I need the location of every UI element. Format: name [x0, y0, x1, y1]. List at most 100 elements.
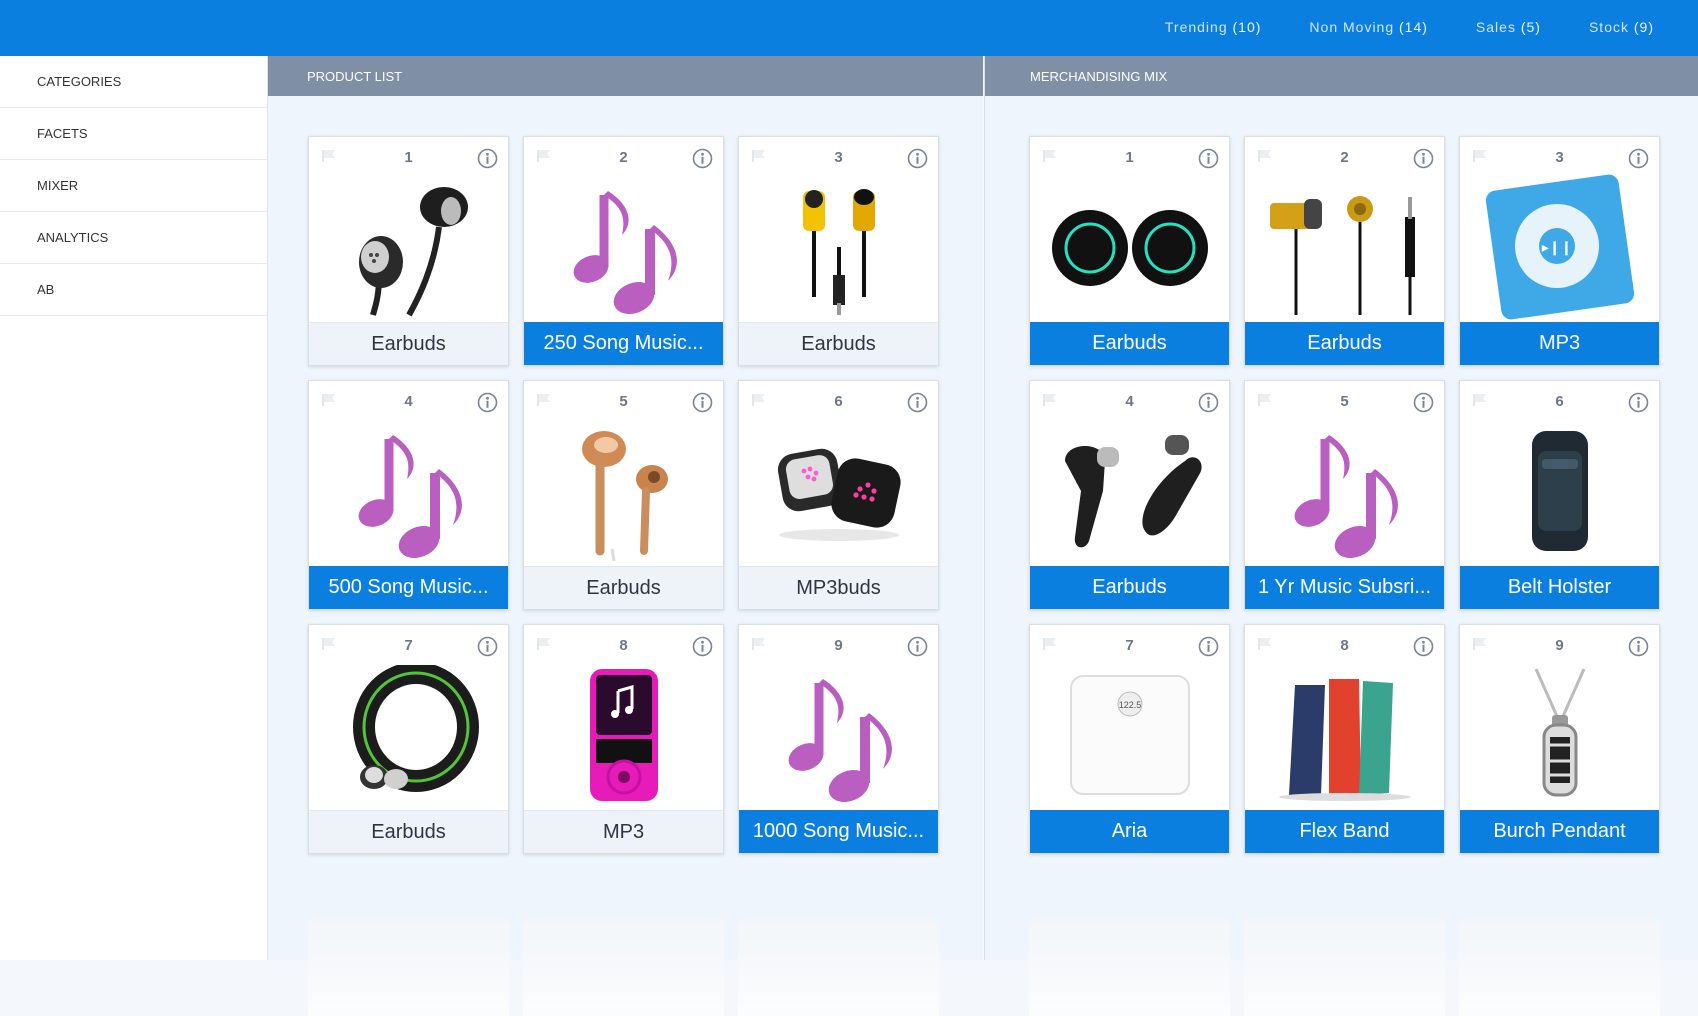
- pendant-icon: [1460, 661, 1659, 809]
- nav-stock[interactable]: Stock (9): [1589, 19, 1654, 35]
- info-icon[interactable]: [1413, 392, 1434, 413]
- product-card[interactable]: 6 MP3buds: [738, 380, 939, 610]
- card-label: Earbuds: [739, 322, 938, 365]
- card-label: 1000 Song Music...: [739, 810, 938, 853]
- nav-sales[interactable]: Sales (5): [1476, 19, 1541, 35]
- product-list-panel: PRODUCT LIST 1 Earbuds 2 250 Song Music... 3…: [268, 56, 983, 1016]
- earbuds-rosegold-icon: [524, 417, 723, 565]
- product-card[interactable]: 9 Burch Pendant: [1459, 624, 1660, 854]
- info-icon[interactable]: [907, 392, 928, 413]
- product-card[interactable]: 4 Earbuds: [1029, 380, 1230, 610]
- sidebar-item-analytics[interactable]: ANALYTICS: [0, 212, 267, 264]
- svg-text:▸❙❙: ▸❙❙: [1541, 239, 1572, 256]
- top-nav: Trending (10) Non Moving (14) Sales (5) …: [1165, 19, 1654, 35]
- sidebar-item-label: MIXER: [37, 178, 79, 193]
- product-card[interactable]: 9 1000 Song Music...: [738, 624, 939, 854]
- belt-holster-icon: [1460, 417, 1659, 565]
- wireless-earbuds-icon: [1030, 173, 1229, 321]
- nav-label: Trending: [1164, 19, 1228, 35]
- panel-title: MERCHANDISING MIX: [1030, 68, 1168, 84]
- music-note-icon: [739, 661, 938, 809]
- product-card[interactable]: 5 Earbuds: [523, 380, 724, 610]
- info-icon[interactable]: [477, 148, 498, 169]
- sidebar-item-categories[interactable]: CATEGORIES: [0, 56, 267, 108]
- nav-trending[interactable]: Trending (10): [1165, 19, 1262, 35]
- card-reflection: [738, 918, 939, 1016]
- info-icon[interactable]: [1198, 392, 1219, 413]
- product-card[interactable]: 51 Yr Music Subsri...: [1244, 380, 1445, 610]
- sidebar-item-label: ANALYTICS: [37, 230, 109, 245]
- info-icon[interactable]: [692, 148, 713, 169]
- card-reflection: [1029, 918, 1230, 1016]
- info-icon[interactable]: [1413, 148, 1434, 169]
- scale-icon: 122.5: [1030, 661, 1229, 809]
- sidebar-item-facets[interactable]: FACETS: [0, 108, 267, 160]
- nav-count: (5): [1520, 19, 1541, 35]
- svg-text:122.5: 122.5: [1118, 700, 1141, 710]
- card-label: Earbuds: [309, 322, 508, 365]
- product-card[interactable]: 8 Flex Band: [1244, 624, 1445, 854]
- product-card[interactable]: 8 MP3: [523, 624, 724, 854]
- info-icon[interactable]: [692, 392, 713, 413]
- card-reflection: [308, 918, 509, 1016]
- earbuds-gold-icon: [1245, 173, 1444, 321]
- ipod-shuffle-icon: ▸❙❙: [1460, 173, 1659, 321]
- earbuds-dark-icon: [1030, 417, 1229, 565]
- mp3-player-icon: [524, 661, 723, 809]
- music-note-icon: [1245, 417, 1444, 565]
- sidebar-item-label: AB: [37, 282, 55, 297]
- card-label: Earbuds: [524, 566, 723, 609]
- mp3buds-icon: [739, 417, 938, 565]
- product-card[interactable]: 2 Earbuds: [1244, 136, 1445, 366]
- info-icon[interactable]: [1628, 392, 1649, 413]
- nav-label: Sales: [1475, 19, 1516, 35]
- info-icon[interactable]: [1198, 148, 1219, 169]
- product-card[interactable]: 2 250 Song Music...: [523, 136, 724, 366]
- nav-count: (10): [1232, 19, 1262, 35]
- product-card[interactable]: 7 122.5 Aria: [1029, 624, 1230, 854]
- panel-title: PRODUCT LIST: [307, 68, 403, 84]
- nav-label: Non Moving: [1309, 19, 1395, 35]
- info-icon[interactable]: [907, 148, 928, 169]
- info-icon[interactable]: [1413, 636, 1434, 657]
- card-label: Burch Pendant: [1460, 810, 1659, 853]
- product-card[interactable]: 6 Belt Holster: [1459, 380, 1660, 610]
- card-reflection: [523, 918, 724, 1016]
- info-icon[interactable]: [1628, 148, 1649, 169]
- sidebar: CATEGORIES FACETS MIXER ANALYTICS AB: [0, 56, 268, 960]
- product-grid: 1 Earbuds 2 250 Song Music... 3 Earbuds 4 500 S…: [308, 136, 939, 854]
- nav-count: (14): [1399, 19, 1428, 35]
- sidebar-item-mixer[interactable]: MIXER: [0, 160, 267, 212]
- card-label: 500 Song Music...: [309, 566, 508, 609]
- product-card[interactable]: 7 Earbuds: [308, 624, 509, 854]
- info-icon[interactable]: [477, 392, 498, 413]
- merchandising-mix-header: MERCHANDISING MIX: [985, 56, 1698, 96]
- product-card[interactable]: 3 Earbuds: [738, 136, 939, 366]
- product-card[interactable]: 4 500 Song Music...: [308, 380, 509, 610]
- music-note-icon: [524, 173, 723, 321]
- info-icon[interactable]: [477, 636, 498, 657]
- earbuds-yellow-icon: [739, 173, 938, 321]
- top-bar: Trending (10) Non Moving (14) Sales (5) …: [0, 0, 1698, 56]
- product-card[interactable]: 1 Earbuds: [1029, 136, 1230, 366]
- card-label: Earbuds: [1030, 322, 1229, 365]
- card-reflection: [1244, 918, 1445, 1016]
- card-label: MP3: [524, 810, 723, 853]
- info-icon[interactable]: [1198, 636, 1219, 657]
- product-card[interactable]: 1 Earbuds: [308, 136, 509, 366]
- info-icon[interactable]: [907, 636, 928, 657]
- info-icon[interactable]: [1628, 636, 1649, 657]
- earbuds-black-icon: [309, 173, 508, 321]
- sidebar-item-ab[interactable]: AB: [0, 264, 267, 316]
- card-label: MP3: [1460, 322, 1659, 365]
- product-card[interactable]: 3 ▸❙❙ MP3: [1459, 136, 1660, 366]
- nav-non-moving[interactable]: Non Moving (14): [1309, 19, 1428, 35]
- product-list-header: PRODUCT LIST: [268, 56, 983, 96]
- info-icon[interactable]: [692, 636, 713, 657]
- card-label: Earbuds: [1030, 566, 1229, 609]
- merchandising-mix-panel: MERCHANDISING MIX 1 Earbuds 2 Earbuds 3 ▸❙❙ MP…: [984, 56, 1698, 1016]
- card-label: Flex Band: [1245, 810, 1444, 853]
- card-label: 1 Yr Music Subsri...: [1245, 566, 1444, 609]
- ring-earbuds-icon: [309, 661, 508, 809]
- nav-count: (9): [1633, 19, 1654, 35]
